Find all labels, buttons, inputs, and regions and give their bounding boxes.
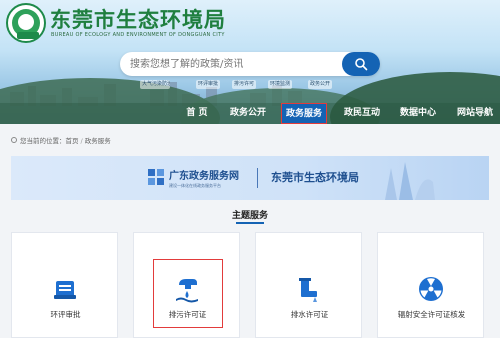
service-card-label: 排水许可证	[290, 310, 329, 319]
breadcrumb-prefix: 您当前的位置：	[20, 137, 66, 145]
nav-item-home[interactable]: 首 页	[176, 103, 218, 124]
service-card-label: 辐射安全许可证核发	[397, 310, 466, 319]
page: 东莞市生态环境局 BUREAU OF ECOLOGY AND ENVIRONME…	[0, 0, 500, 338]
hot-tag[interactable]: 大气污染防治	[140, 80, 170, 89]
location-pin-icon	[11, 137, 17, 143]
main-nav: 首 页 政务公开 政务服务 政民互动 数据中心 网站导航	[0, 103, 500, 124]
site-title[interactable]: 东莞市生态环境局	[50, 4, 226, 34]
nav-item-gov-services[interactable]: 政务服务	[281, 103, 327, 124]
hot-tag[interactable]: 环评审批	[196, 80, 220, 89]
gov-service-subtitle: 建设一体化在线政务服务平台	[169, 183, 221, 188]
service-banner[interactable]: 广东政务服务网 建设一体化在线政务服务平台 东莞市生态环境局	[11, 156, 489, 200]
highlight-box	[153, 259, 223, 328]
nav-item-gov-affairs[interactable]: 政务公开	[224, 103, 272, 124]
landmark-illustration	[385, 162, 435, 200]
site-subtitle: BUREAU OF ECOLOGY AND ENVIRONMENT OF DON…	[51, 32, 225, 38]
site-logo[interactable]	[6, 3, 46, 43]
service-card-radiation-permit[interactable]: 辐射安全许可证核发	[377, 232, 484, 338]
service-card-drainage-permit[interactable]: 排水许可证	[255, 232, 362, 338]
service-card-label: 环评审批	[50, 310, 81, 319]
search-button[interactable]	[342, 52, 380, 76]
search-icon	[355, 58, 368, 71]
search-bar	[120, 52, 380, 76]
section-title: 主题服务	[231, 211, 268, 221]
hot-tag[interactable]: 排污许可	[232, 80, 256, 89]
breadcrumb: 您当前的位置：首页 / 政务服务	[0, 124, 500, 156]
breadcrumb-home[interactable]: 首页	[66, 137, 79, 145]
radiation-icon	[419, 277, 443, 301]
header-hero: 东莞市生态环境局 BUREAU OF ECOLOGY AND ENVIRONME…	[0, 0, 500, 124]
hot-tag[interactable]: 政务公开	[308, 80, 332, 89]
document-stamp-icon	[54, 281, 76, 299]
nav-item-site-nav[interactable]: 网站导航	[452, 103, 498, 124]
hot-tag[interactable]: 环境监测	[268, 80, 292, 89]
nav-item-data-center[interactable]: 数据中心	[394, 103, 442, 124]
gov-service-title: 广东政务服务网	[169, 171, 239, 182]
nav-item-interaction[interactable]: 政民互动	[338, 103, 386, 124]
breadcrumb-current: 政务服务	[84, 137, 111, 145]
service-cards: 环评审批 排污许可证 排水许可证 辐射安全许可证核发	[11, 232, 489, 338]
guangdong-gov-service-icon	[148, 169, 164, 185]
department-name: 东莞市生态环境局	[271, 171, 359, 184]
search-input[interactable]	[130, 56, 340, 72]
service-card-eia[interactable]: 环评审批	[11, 232, 118, 338]
pipe-outlet-icon	[299, 278, 317, 302]
